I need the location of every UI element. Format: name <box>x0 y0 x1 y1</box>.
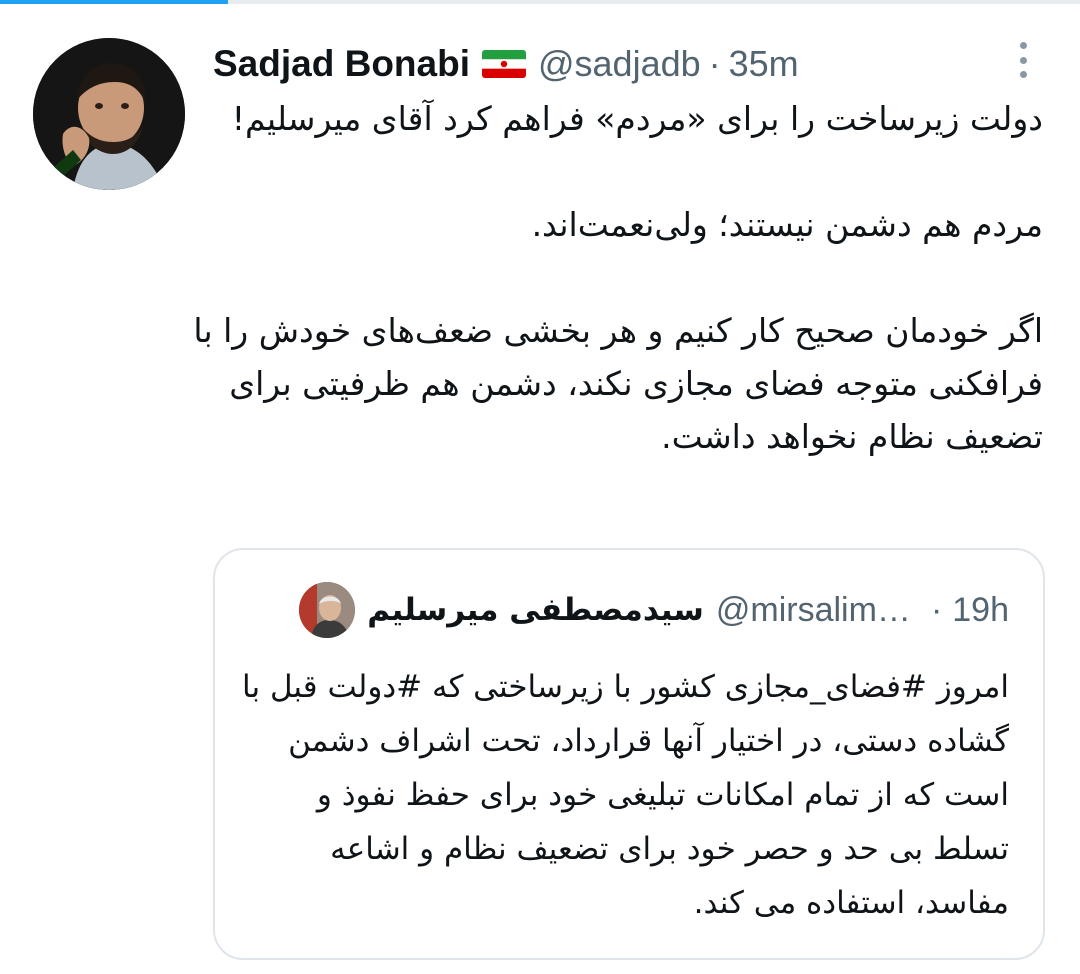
quoted-tweet-header: سیدمصطفی میرسلیم @mirsalim… · 19h <box>299 580 1009 640</box>
quoted-tweet-timestamp[interactable]: 19h <box>952 591 1009 630</box>
tweet-paragraph: دولت زیرساخت را برای «مردم» فراهم کرد آق… <box>231 99 1043 138</box>
tweet-paragraph: مردم هم دشمن نیستند؛ ولی‌نعمت‌اند. <box>531 205 1043 244</box>
quoted-tweet-body: امروز #فضای_مجازی کشور با زیرساختی که #د… <box>242 669 1009 921</box>
separator-dot: · <box>708 43 721 84</box>
author-display-name[interactable]: Sadjad Bonabi <box>213 43 470 85</box>
author-avatar[interactable] <box>33 38 185 190</box>
separator-dot: · <box>930 590 943 629</box>
tweet-paragraph: اگر خودمان صحیح کار کنیم و هر بخشی ضعف‌ه… <box>193 311 1043 456</box>
iran-flag-icon <box>481 50 526 78</box>
more-options-icon[interactable] <box>1012 42 1034 78</box>
tweet-timestamp[interactable]: 35m <box>729 43 799 85</box>
quoted-author-handle[interactable]: @mirsalim… <box>716 591 911 630</box>
tweet-body: دولت زیرساخت را برای «مردم» فراهم کرد آق… <box>180 92 1043 463</box>
top-divider-accent <box>0 0 228 4</box>
quoted-author-avatar[interactable] <box>299 582 356 638</box>
quoted-tweet-card[interactable]: سیدمصطفی میرسلیم @mirsalim… · 19h امروز … <box>213 548 1045 960</box>
tweet-header: Sadjad Bonabi @sadjadb · 35m <box>213 40 799 88</box>
author-handle[interactable]: @sadjadb <box>538 43 701 85</box>
quoted-author-name[interactable]: سیدمصطفی میرسلیم <box>367 592 704 628</box>
